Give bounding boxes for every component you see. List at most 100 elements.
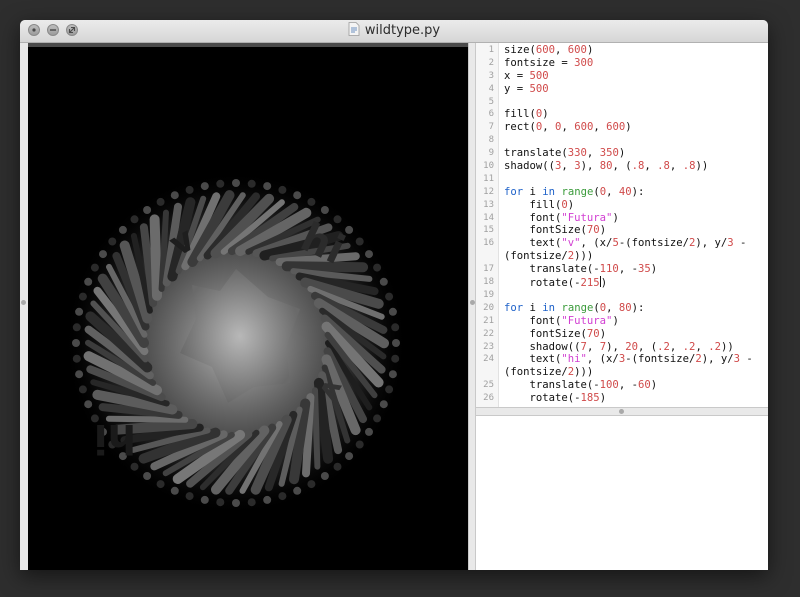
code-line[interactable]: 5 [476, 96, 768, 109]
ring-dot [373, 263, 382, 272]
ring-dot [72, 323, 81, 332]
line-number: 26 [483, 393, 494, 404]
ring-dot [391, 323, 400, 332]
ring-dot [365, 427, 373, 436]
line-number: 15 [483, 225, 494, 236]
line-number: 17 [483, 264, 494, 275]
ring-dot [385, 385, 394, 394]
line-text: fontsize = 300 [504, 56, 594, 69]
line-text: rotate(-215) [504, 276, 608, 290]
ring-dot [185, 185, 194, 194]
line-wrap-continuation: (fontsize/2))) [504, 366, 594, 379]
ring-dot [84, 277, 93, 286]
ring-dot [379, 277, 388, 286]
code-line[interactable]: 1 size(600, 600) [476, 44, 768, 57]
code-line[interactable]: 4 y = 500 [476, 83, 768, 96]
code-line[interactable]: 12 for i in range(0, 40): [476, 186, 768, 199]
canvas-view: hi hi v v [28, 43, 468, 570]
line-text: fill(0) [504, 198, 575, 211]
ring-dot [232, 179, 240, 187]
output-console[interactable] [476, 416, 768, 570]
ring-dot [355, 237, 364, 246]
ring-dot [365, 250, 373, 259]
ring-dot [391, 354, 400, 363]
ring-dot [216, 498, 225, 507]
line-number: 22 [483, 328, 494, 339]
code-line[interactable]: 6 fill(0) [476, 108, 768, 121]
code-line[interactable]: 24 text("hi", (x/3-(fontsize/2), y/3 - (f… [476, 353, 768, 379]
line-number: 25 [483, 380, 494, 391]
ring-dot [118, 225, 127, 234]
ring-dot [333, 215, 342, 224]
line-text: size(600, 600) [504, 44, 594, 56]
line-number: 1 [488, 45, 494, 55]
line-number: 9 [488, 148, 494, 159]
ring-dot [345, 452, 354, 461]
code-line[interactable]: 17 translate(-110, -35) [476, 263, 768, 276]
code-line[interactable]: 8 [476, 134, 768, 147]
horizontal-splitter[interactable] [476, 407, 768, 416]
ring-dot [156, 480, 165, 489]
code-line[interactable]: 14 font("Futura") [476, 212, 768, 225]
code-line[interactable]: 3 x = 500 [476, 70, 768, 83]
code-lines[interactable]: 1 size(600, 600) 2 fontsize = 300 3 x = 500 4 y… [476, 43, 768, 405]
line-text: x = 500 [504, 69, 549, 82]
ring-dot [388, 370, 397, 379]
line-number: 21 [483, 315, 494, 326]
ring-dot [78, 292, 87, 301]
window-title: wildtype.py [20, 22, 768, 38]
line-number: 24 [483, 354, 494, 365]
line-text: text("v", (x/5-(fontsize/2), y/3 - [504, 237, 747, 250]
code-line[interactable]: 10 shadow((3, 3), 80, (.8, .8, .8)) [476, 160, 768, 173]
code-line[interactable]: 13 fill(0) [476, 199, 768, 212]
ring-dot [373, 414, 382, 423]
code-line[interactable]: 11 [476, 173, 768, 186]
ring-dot [293, 486, 302, 495]
line-number: 6 [488, 109, 494, 120]
line-text: translate(330, 350) [504, 147, 626, 160]
ring-dot [385, 292, 394, 301]
ring-dot [143, 206, 152, 214]
code-line[interactable]: 7 rect(0, 0, 600, 600) [476, 121, 768, 134]
ring-dot [143, 472, 152, 480]
ring-dot [78, 385, 87, 394]
ring-dot [307, 197, 316, 206]
code-line[interactable]: 22 fontSize(70) [476, 328, 768, 341]
code-line[interactable]: 26 rotate(-185) [476, 392, 768, 405]
code-editor[interactable]: 1 size(600, 600) 2 fontsize = 300 3 x = 500 4 y… [476, 43, 768, 407]
ring-dot [170, 191, 179, 200]
ring-dot [90, 263, 99, 272]
code-line[interactable]: 15 fontSize(70) [476, 224, 768, 237]
ring-dot [99, 250, 107, 259]
line-number: 16 [483, 238, 494, 249]
code-line[interactable]: 18 rotate(-215) [476, 276, 768, 289]
code-line[interactable]: 21 font("Futura") [476, 315, 768, 328]
code-line[interactable]: 16 text("v", (x/5-(fontsize/2), y/3 - (fo… [476, 237, 768, 263]
app-window: wildtype.py hi hi v v 1 size(600, 600) 2… [20, 20, 768, 570]
ring-dot [84, 400, 93, 409]
code-line[interactable]: 19 [476, 289, 768, 302]
ring-dot [185, 492, 194, 501]
line-number: 13 [483, 199, 494, 210]
horizontal-splitter-grip [619, 409, 624, 414]
code-line[interactable]: 2 fontsize = 300 [476, 57, 768, 70]
left-grip-dot [21, 300, 26, 305]
ring-dot [75, 307, 84, 316]
ring-dot [307, 480, 316, 489]
line-number: 10 [483, 161, 494, 172]
code-line[interactable]: 20 for i in range(0, 80): [476, 302, 768, 315]
line-number: 5 [488, 96, 494, 107]
code-line[interactable]: 23 shadow((7, 7), 20, (.2, .2, .2)) [476, 341, 768, 354]
code-line[interactable]: 25 translate(-100, -60) [476, 379, 768, 392]
ring-dot [293, 191, 302, 200]
line-number: 19 [483, 289, 494, 300]
ring-dot [247, 179, 256, 188]
ring-dot [333, 462, 342, 471]
ring-dot [263, 495, 272, 504]
ring-dot [130, 215, 139, 224]
ring-dot [72, 354, 81, 363]
vertical-splitter[interactable] [468, 43, 476, 570]
ring-dot [320, 472, 329, 480]
code-line[interactable]: 9 translate(330, 350) [476, 147, 768, 160]
ring-dot [200, 495, 209, 504]
